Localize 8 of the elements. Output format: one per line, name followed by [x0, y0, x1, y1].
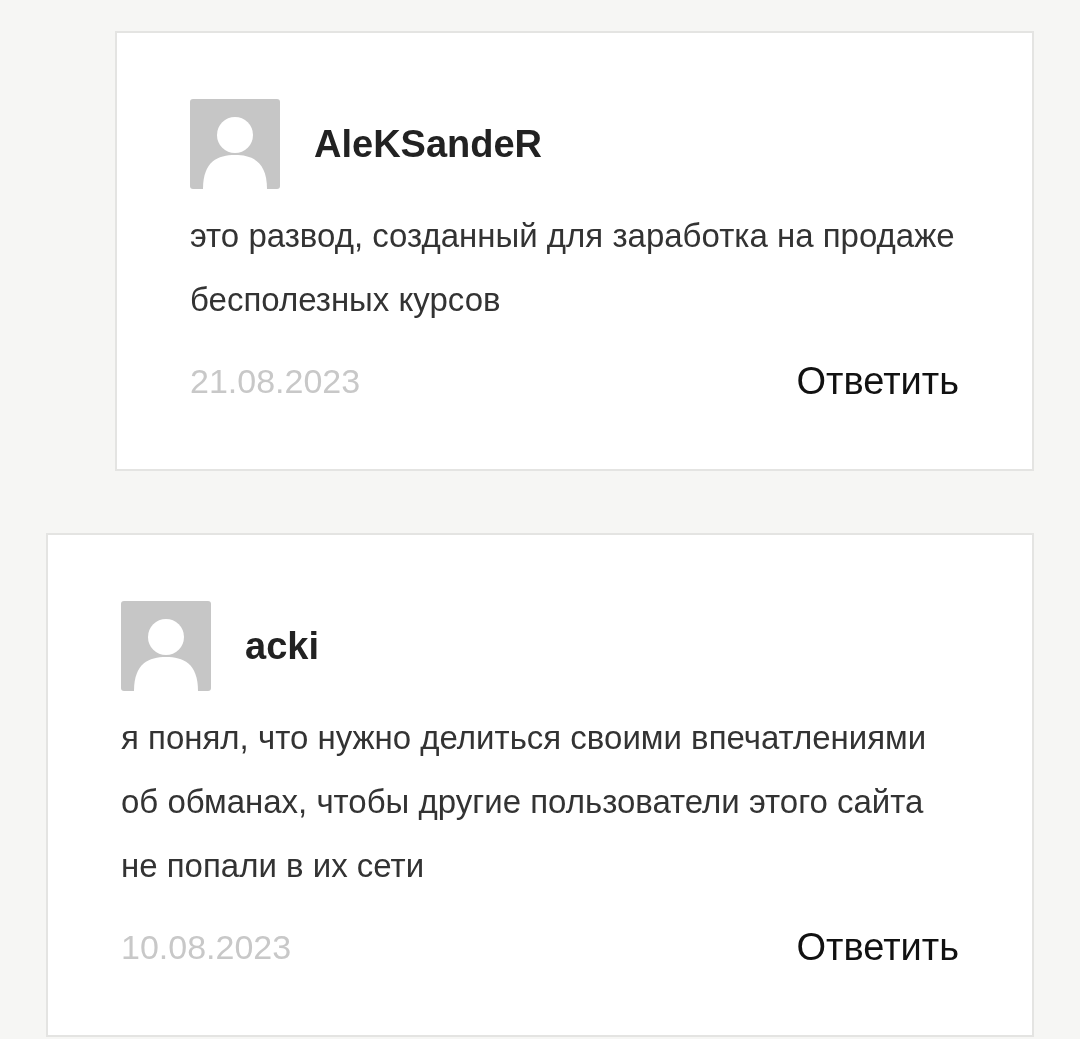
reply-link[interactable]: Ответить [796, 926, 959, 969]
author-name: AleKSandeR [314, 122, 543, 166]
comment-text: это развод, созданный для заработка на продаже бесполезных курсов [190, 216, 956, 320]
avatar-icon [190, 99, 280, 189]
author-name: acki [245, 624, 319, 668]
avatar-icon [121, 601, 211, 691]
comment-text: я понял, что нужно делиться своими впечатлениями об обманах, чтобы другие пользователи этого сайта не попали в их сети [121, 718, 928, 886]
reply-link[interactable]: Ответить [796, 360, 959, 403]
